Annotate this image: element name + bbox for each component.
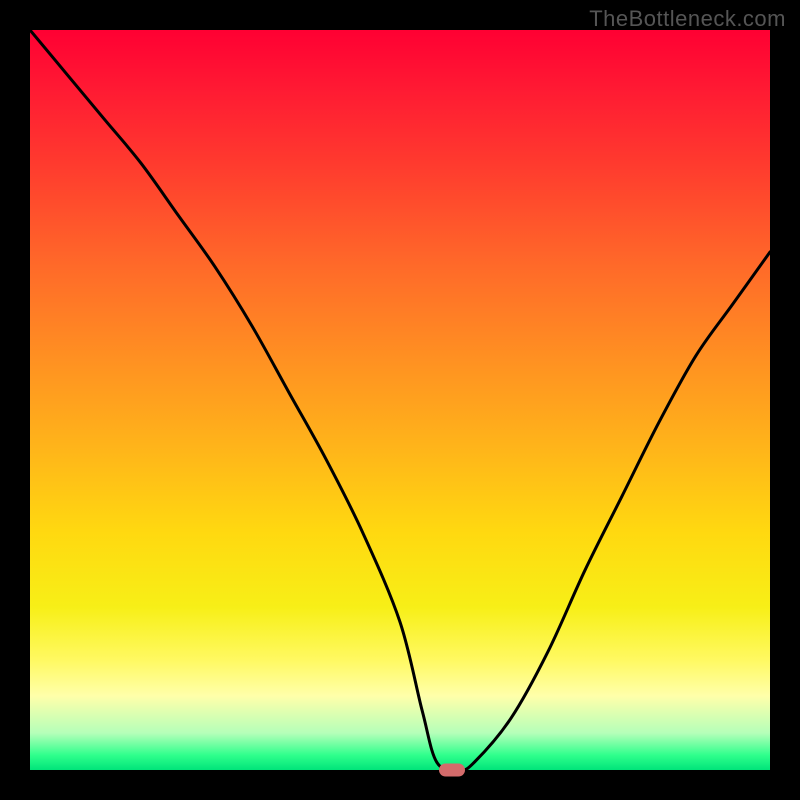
- chart-frame: TheBottleneck.com: [0, 0, 800, 800]
- optimum-marker: [439, 764, 465, 777]
- curve-svg: [30, 30, 770, 770]
- plot-area: [30, 30, 770, 770]
- watermark-text: TheBottleneck.com: [589, 6, 786, 32]
- bottleneck-curve-path: [30, 30, 770, 770]
